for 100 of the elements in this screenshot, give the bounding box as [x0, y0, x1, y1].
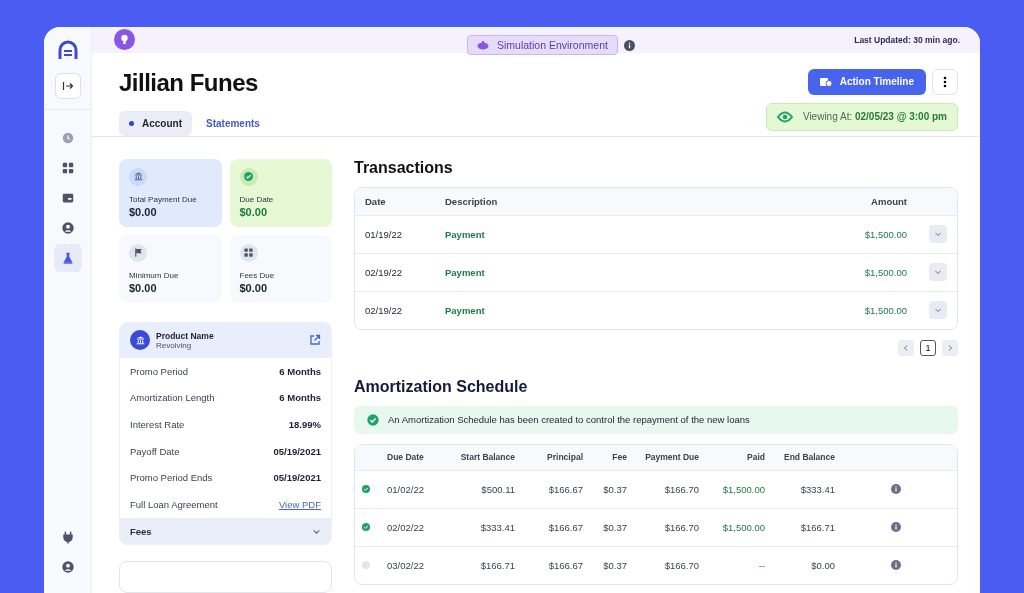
- table-cell-text: 01/19/22: [365, 228, 403, 240]
- page-number[interactable]: 1: [920, 339, 936, 356]
- user-icon: [60, 221, 75, 235]
- table-cell-text: $0.00: [810, 559, 835, 571]
- external-link-icon[interactable]: [309, 334, 321, 347]
- viewing-text: Viewing At: 02/05/23 @ 3:00 pm: [802, 111, 947, 123]
- banner-text: An Amortization Schedule has been created to control the repayment of the new loans: [388, 414, 750, 426]
- card-value: $0.00: [239, 205, 269, 218]
- detail-label: Payoff Date: [130, 445, 180, 457]
- column-header: Start Balance: [459, 452, 515, 463]
- table-cell-text: Payment: [445, 266, 486, 278]
- column-header: Payment Due: [644, 452, 699, 463]
- bank-icon: [129, 167, 147, 186]
- card-label: Due Date: [239, 194, 275, 204]
- column-header: Paid: [746, 452, 765, 463]
- table-cell-text: $0.37: [602, 521, 627, 533]
- card-label: Total Payment Due: [129, 194, 198, 204]
- table-cell-text: $0.37: [602, 559, 627, 571]
- chevron-icon: [934, 268, 942, 277]
- check-icon: [366, 412, 380, 427]
- chevron-icon: [934, 306, 942, 315]
- clock-icon: [60, 131, 75, 145]
- nav-item[interactable]: [53, 244, 82, 272]
- logo-icon: [56, 39, 79, 61]
- section-title: Transactions: [354, 158, 454, 177]
- table-cell-text: $166.67: [547, 521, 583, 533]
- table-cell-text: 02/02/22: [387, 521, 425, 533]
- detail-value: 6 Months: [279, 392, 321, 404]
- column-header: Date: [365, 195, 387, 207]
- column-header: Due Date: [387, 452, 425, 463]
- info-icon[interactable]: [891, 484, 901, 495]
- table-cell-text: $1,500.00: [863, 266, 907, 278]
- eye-icon: [776, 110, 793, 123]
- info-icon[interactable]: [623, 39, 635, 51]
- chevron-left-icon: [902, 343, 910, 352]
- plug-icon: [60, 530, 75, 544]
- card-label: Fees Due: [239, 270, 276, 280]
- user-icon: [60, 560, 75, 574]
- product-type: Revolving: [156, 340, 193, 350]
- column-header: Fee: [611, 452, 627, 463]
- table-cell-text: $1,500.00: [863, 304, 907, 316]
- kebab-icon: [943, 75, 947, 88]
- info-icon[interactable]: [891, 522, 901, 533]
- environment-badge: Simulation Environment: [467, 35, 618, 55]
- info-icon[interactable]: [891, 560, 901, 571]
- table-cell-text: $500.11: [480, 483, 515, 495]
- table-cell-text: 01/02/22: [387, 483, 425, 495]
- card-value: $0.00: [129, 281, 158, 294]
- table-cell-text: $166.70: [663, 483, 699, 495]
- card-value: $0.00: [129, 205, 158, 218]
- column-header: Amount: [870, 195, 907, 207]
- column-header: End Balance: [782, 452, 835, 463]
- collapse-button[interactable]: [54, 73, 81, 99]
- chevron-right-icon: [946, 343, 954, 352]
- product-name: Product Name: [156, 330, 214, 341]
- last-updated-text: Last Updated: 30 min ago.: [854, 34, 960, 45]
- table-cell-text: --: [757, 559, 765, 571]
- detail-label: Interest Rate: [130, 419, 185, 431]
- table-cell-text: $166.70: [663, 521, 699, 533]
- table-cell-text: $1,500.00: [721, 483, 765, 495]
- table-cell-text: Payment: [445, 304, 486, 316]
- card-label: Minimum Due: [129, 270, 180, 280]
- fees-toggle[interactable]: Fees: [120, 518, 331, 544]
- table-cell-text: $333.41: [479, 521, 515, 533]
- section-title: Amortization Schedule: [354, 377, 529, 396]
- table-cell-text: $1,500.00: [863, 228, 907, 240]
- detail-value: 05/19/2021: [273, 445, 321, 457]
- card-icon: [60, 191, 75, 205]
- table-cell-text: 02/19/22: [365, 304, 403, 316]
- lightbulb-icon[interactable]: [114, 29, 135, 51]
- view-pdf-link[interactable]: View PDF: [278, 499, 321, 511]
- calendar-icon: [819, 76, 832, 88]
- table-cell-text: $1,500.00: [721, 521, 765, 533]
- detail-label: Amortization Length: [130, 392, 215, 404]
- tab[interactable]: Statements: [196, 110, 270, 136]
- detail-label: Full Loan Agreement: [130, 499, 218, 511]
- table-cell-text: $166.71: [799, 521, 835, 533]
- table-cell-text: $166.70: [663, 559, 699, 571]
- tab[interactable]: Account: [119, 110, 192, 136]
- table-cell-text: 03/02/22: [387, 559, 425, 571]
- bank-icon: [130, 330, 150, 351]
- chevron-icon: [934, 230, 942, 239]
- action-timeline-button[interactable]: Action Timeline: [807, 68, 926, 95]
- card-value: $0.00: [239, 281, 269, 294]
- collapse-icon: [61, 80, 74, 92]
- grid-icon: [239, 243, 258, 262]
- table-cell-text: $0.37: [602, 483, 627, 495]
- column-header: Principal: [546, 452, 583, 463]
- column-header: Description: [445, 195, 499, 207]
- table-cell-text: $166.67: [547, 483, 583, 495]
- table-cell-text: Payment: [445, 228, 486, 240]
- table-cell-text: $166.67: [547, 559, 583, 571]
- check-icon: [239, 167, 258, 186]
- robot-icon: [477, 40, 489, 50]
- page-title: Jillian Funes: [119, 68, 259, 97]
- detail-label: Promo Period: [130, 365, 189, 377]
- table-cell-text: 02/19/22: [365, 266, 403, 278]
- detail-label: Promo Period Ends: [130, 472, 213, 484]
- detail-value: 18.99%: [288, 419, 321, 431]
- flag-icon: [129, 243, 147, 262]
